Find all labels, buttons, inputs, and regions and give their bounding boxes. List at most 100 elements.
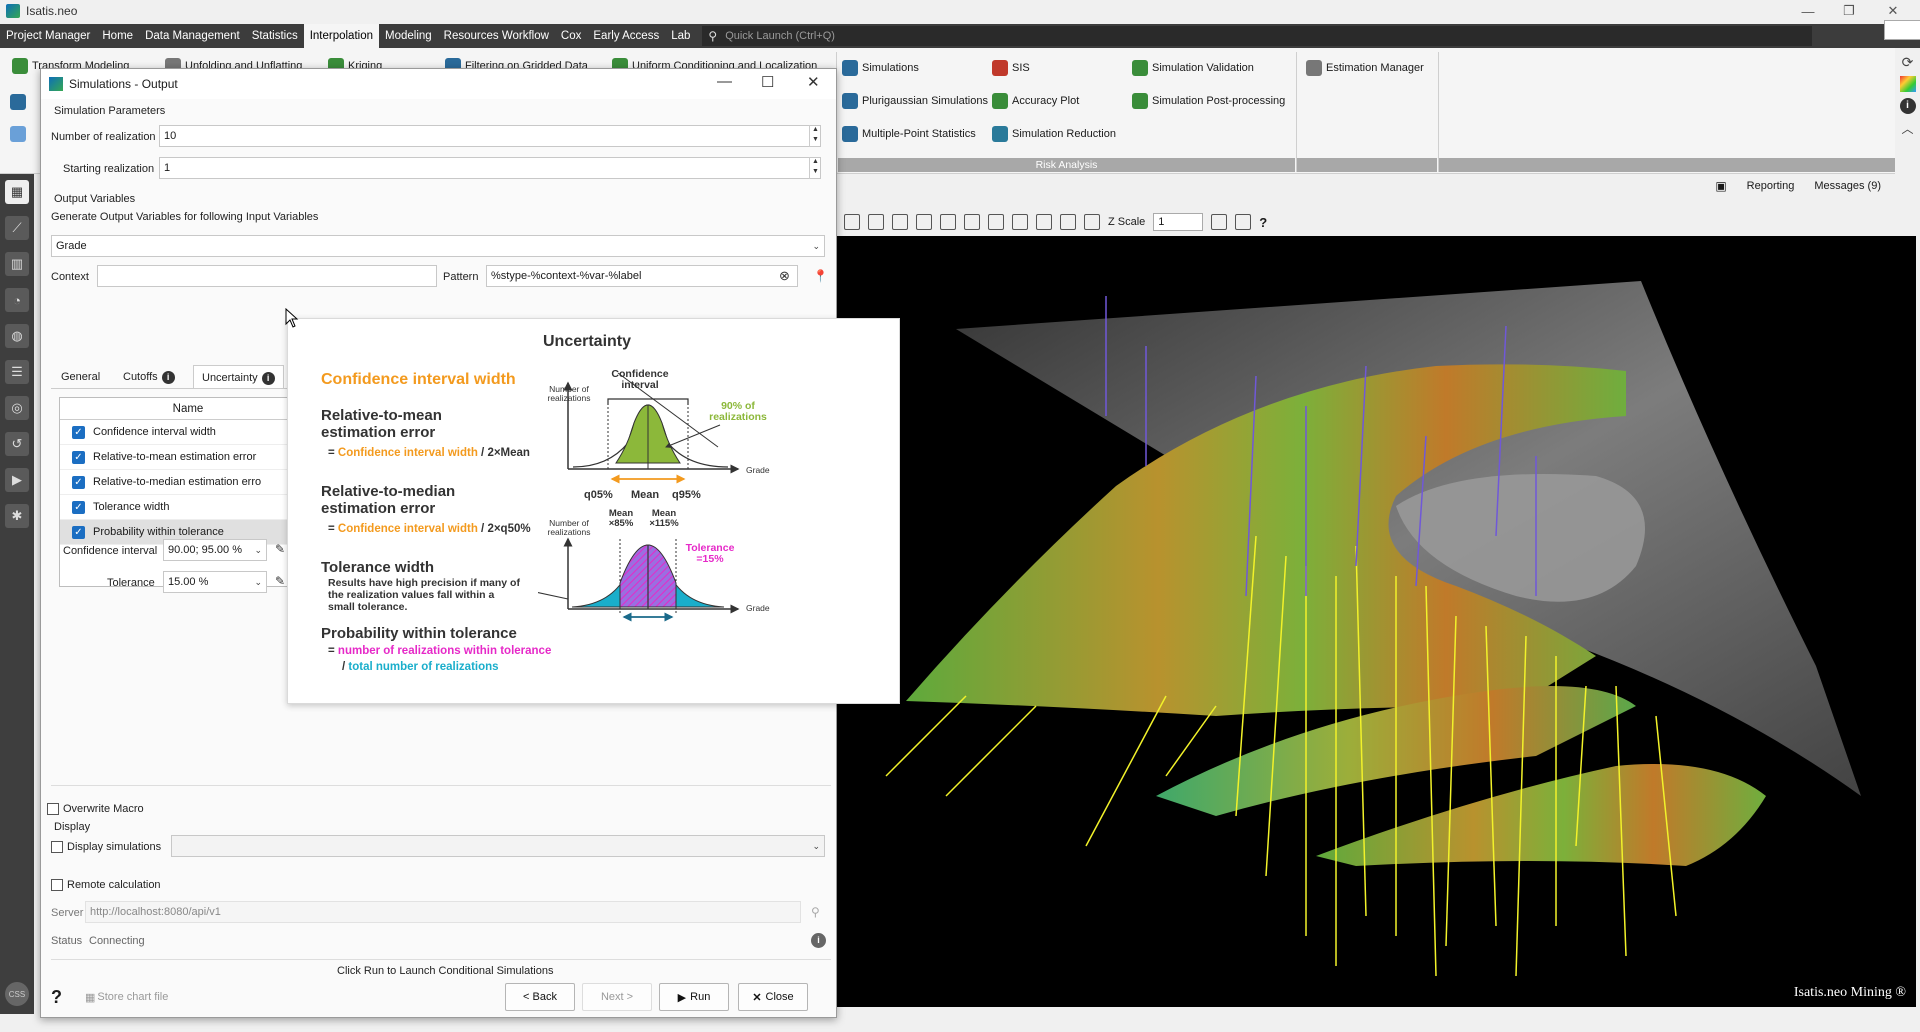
fullscreen-icon[interactable]	[988, 214, 1004, 230]
grid-toggle-icon[interactable]	[892, 214, 908, 230]
checkbox[interactable]: ✓	[72, 525, 85, 539]
edit-confidence-icon[interactable]: ✎	[275, 542, 285, 556]
num-realization-spinner[interactable]: ▲ ▼	[809, 125, 821, 147]
sidebar-chart-icon[interactable]: ⟋	[5, 216, 29, 240]
menu-modeling[interactable]: Modeling	[379, 24, 438, 48]
display-simulations-combo[interactable]: ⌄	[171, 835, 825, 857]
menu-project-manager[interactable]: Project Manager	[0, 24, 96, 48]
profile-combo[interactable]	[1884, 20, 1920, 40]
collapse-ribbon-icon[interactable]: ︿	[1900, 120, 1916, 136]
table-row[interactable]: ✓ Confidence interval width	[60, 420, 288, 445]
ribbon-accuracy-plot[interactable]: Accuracy Plot	[992, 93, 1079, 109]
overwrite-macro-checkbox[interactable]	[47, 803, 59, 815]
close-window-icon[interactable]: ✕	[1870, 0, 1916, 22]
sidebar-list-icon[interactable]: ☰	[5, 360, 29, 384]
back-button[interactable]: < Back	[505, 983, 575, 1011]
tab-general[interactable]: General	[53, 365, 108, 389]
ribbon-simulations[interactable]: Simulations	[842, 60, 919, 76]
dialog-close-icon[interactable]: ✕	[807, 73, 820, 91]
quick-launch-input[interactable]: ⚲ Quick Launch (Ctrl+Q)	[702, 26, 1813, 46]
ribbon-estimation-manager[interactable]: Estimation Manager	[1306, 60, 1424, 76]
run-button[interactable]: ▶ Run	[659, 983, 729, 1011]
start-realization-spinner[interactable]: ▲ ▼	[809, 157, 821, 179]
css-icon[interactable]: CSS	[5, 982, 29, 1006]
display-simulations-checkbox[interactable]	[51, 841, 63, 853]
menu-resources-workflow[interactable]: Resources Workflow	[438, 24, 555, 48]
info-icon[interactable]: i	[1899, 98, 1916, 114]
input-variable-combo[interactable]: Grade ⌄	[51, 235, 825, 257]
checkbox[interactable]: ✓	[72, 500, 85, 514]
help-icon[interactable]: ?	[1259, 215, 1267, 230]
menu-cox[interactable]: Cox	[555, 24, 587, 48]
store-chart-button[interactable]: ▦ Store chart file	[85, 983, 181, 1011]
next-button[interactable]: Next >	[582, 983, 652, 1011]
ribbon-multiple-point[interactable]: Multiple-Point Statistics	[842, 126, 976, 142]
menu-home[interactable]: Home	[96, 24, 139, 48]
light-icon[interactable]	[1211, 214, 1228, 230]
ribbon-simulation-postprocessing[interactable]: Simulation Post-processing	[1132, 93, 1285, 109]
pattern-pin-icon[interactable]: 📍	[813, 269, 828, 283]
remote-calculation-checkbox[interactable]	[51, 879, 63, 891]
edit-tolerance-icon[interactable]: ✎	[275, 574, 285, 588]
pattern-input[interactable]: %stype-%context-%var-%label	[486, 265, 798, 287]
globe-icon[interactable]	[1084, 214, 1100, 230]
dialog-minimize-icon[interactable]: —	[717, 73, 732, 90]
status-info-icon[interactable]: i	[811, 933, 826, 948]
pan-icon[interactable]	[940, 214, 956, 230]
settings-icon[interactable]	[1235, 214, 1252, 230]
confidence-combo[interactable]: 90.00; 95.00 % ⌄	[163, 539, 267, 561]
restore-icon[interactable]: ❐	[1826, 0, 1872, 22]
sidebar-history-icon[interactable]: ↺	[5, 432, 29, 456]
export-icon[interactable]	[1036, 214, 1052, 230]
menu-data-management[interactable]: Data Management	[139, 24, 246, 48]
help-icon[interactable]: ?	[51, 987, 62, 1008]
sidebar-play-icon[interactable]: ▶	[5, 468, 29, 492]
zoom-icon[interactable]	[868, 214, 884, 230]
fit-view-icon[interactable]	[844, 214, 860, 230]
server-input[interactable]: http://localhost:8080/api/v1	[85, 901, 801, 923]
ribbon-plurigaussian[interactable]: Plurigaussian Simulations	[842, 93, 988, 109]
measure-icon[interactable]	[1060, 214, 1076, 230]
ribbon-small-tool-a[interactable]	[10, 94, 30, 110]
checkbox[interactable]: ✓	[72, 450, 85, 464]
ribbon-simulation-validation[interactable]: Simulation Validation	[1132, 60, 1254, 76]
minimize-icon[interactable]: —	[1785, 0, 1831, 22]
ribbon-small-tool-b[interactable]	[10, 126, 30, 142]
server-pin-icon[interactable]: ⚲	[811, 905, 821, 919]
report-toggle-icon[interactable]: ▣	[1715, 179, 1726, 193]
sidebar-palette-icon[interactable]: ◍	[5, 324, 29, 348]
dialog-maximize-icon[interactable]: ☐	[761, 73, 774, 91]
sidebar-bug-icon[interactable]: ✱	[5, 504, 29, 528]
checkbox[interactable]: ✓	[72, 425, 85, 439]
menu-lab[interactable]: Lab	[665, 24, 696, 48]
3d-viewport[interactable]: Isatis.neo Mining ®	[836, 236, 1916, 1007]
sidebar-target-icon[interactable]: ◎	[5, 396, 29, 420]
menu-interpolation[interactable]: Interpolation	[303, 24, 379, 48]
table-row[interactable]: ✓ Relative-to-mean estimation error	[60, 445, 288, 470]
num-realization-input[interactable]: 10	[159, 125, 821, 147]
rotate-icon[interactable]	[964, 214, 980, 230]
table-row[interactable]: ✓ Tolerance width	[60, 495, 288, 520]
start-realization-input[interactable]: 1	[159, 157, 821, 179]
sidebar-stats-icon[interactable]: ▥	[5, 252, 29, 276]
clear-pattern-icon[interactable]: ⊗	[779, 268, 790, 284]
tab-cutoffs[interactable]: Cutoffs i	[115, 365, 183, 389]
sidebar-project-icon[interactable]: ▦	[5, 180, 29, 204]
checkbox[interactable]: ✓	[72, 475, 85, 489]
menu-early-access[interactable]: Early Access	[587, 24, 665, 48]
sidebar-variogram-icon[interactable]: ◔	[5, 288, 29, 312]
snapshot-icon[interactable]	[1012, 214, 1028, 230]
zscale-combo[interactable]: 1	[1153, 213, 1204, 231]
reporting-tab[interactable]: Reporting	[1747, 180, 1795, 192]
tab-uncertainty[interactable]: Uncertainty i	[193, 365, 284, 389]
menu-statistics[interactable]: Statistics	[246, 24, 304, 48]
select-icon[interactable]	[916, 214, 932, 230]
ribbon-sis[interactable]: SIS	[992, 60, 1030, 76]
context-input[interactable]	[97, 265, 437, 287]
messages-tab[interactable]: Messages (9)	[1814, 180, 1881, 192]
palette-icon[interactable]	[1899, 76, 1916, 92]
refresh-icon[interactable]: ⟳	[1900, 54, 1916, 70]
tolerance-combo[interactable]: 15.00 % ⌄	[163, 571, 267, 593]
close-button[interactable]: ✕ Close	[738, 983, 808, 1011]
ribbon-simulation-reduction[interactable]: Simulation Reduction	[992, 126, 1116, 142]
